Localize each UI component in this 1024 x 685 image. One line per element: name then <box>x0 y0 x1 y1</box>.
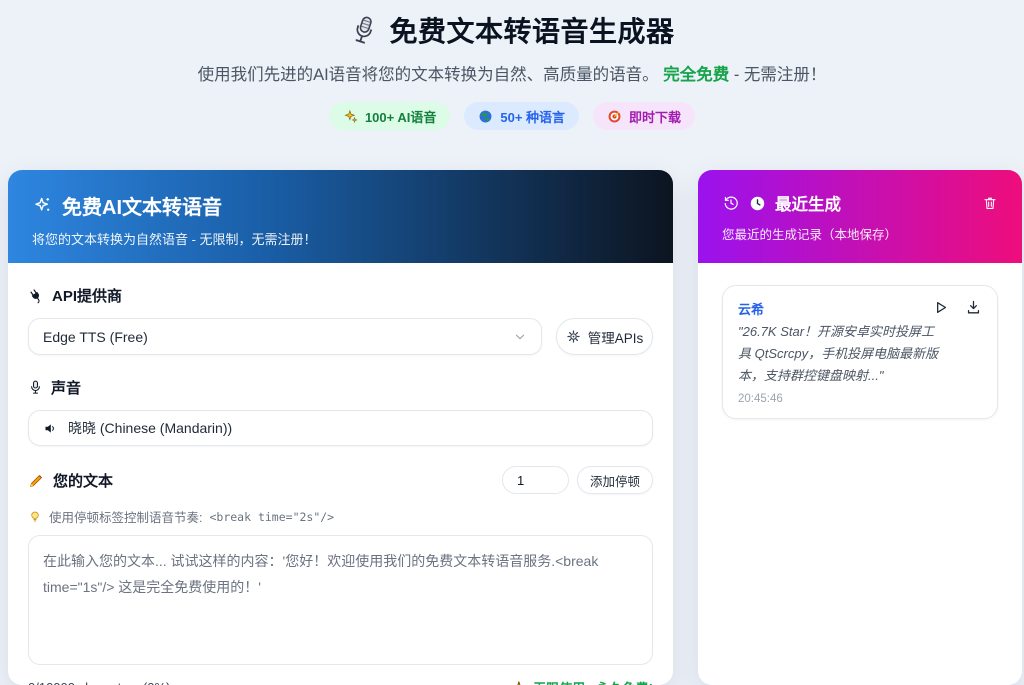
add-pause-button[interactable]: 添加停顿 <box>577 466 653 494</box>
voice-label: 声音 <box>28 377 653 398</box>
api-provider-label-text: API提供商 <box>52 285 122 306</box>
badge-voices: 100+ AI语音 <box>329 102 450 130</box>
page-title-text: 免费文本转语音生成器 <box>389 10 674 50</box>
globe-icon <box>478 109 493 124</box>
clear-history-button[interactable] <box>982 195 998 211</box>
voice-select[interactable]: 晓晓 (Chinese (Mandarin)) <box>28 410 653 446</box>
subtitle-tail: - 无需注册！ <box>729 66 826 84</box>
recent-body: 云希 <box>698 263 1022 419</box>
page-header: 免费文本转语音生成器 使用我们先进的AI语音将您的文本转换为自然、高质量的语音。… <box>0 0 1024 130</box>
download-icon <box>965 299 982 316</box>
history-voice-name: 云希 <box>738 299 764 318</box>
pause-tip-text: 使用停顿标签控制语音节奏: <box>49 507 202 526</box>
play-button[interactable] <box>932 299 949 316</box>
history-item[interactable]: 云希 <box>722 285 998 419</box>
manage-apis-button[interactable]: 管理APIs <box>556 318 653 355</box>
badge-row: 100+ AI语音 50+ 种语言 <box>0 102 1024 130</box>
generator-body: API提供商 Edge TTS (Free) 管理APIs <box>8 263 673 685</box>
api-provider-value: Edge TTS (Free) <box>43 329 503 345</box>
microphone-small-icon <box>28 380 43 395</box>
generator-subtitle: 将您的文本转换为自然语音 - 无限制，无需注册！ <box>32 229 649 248</box>
unlimited-badge: 无限使用 - 永久免费! <box>512 678 653 685</box>
badge-download-label: 即时下载 <box>629 107 681 126</box>
api-provider-row: Edge TTS (Free) 管理APIs <box>28 318 653 355</box>
subtitle-highlight: 完全免费 <box>663 66 729 84</box>
text-input-area[interactable] <box>28 535 653 665</box>
clock-icon <box>749 195 766 212</box>
plug-icon <box>28 288 44 304</box>
voice-label-text: 声音 <box>51 377 81 398</box>
download-button[interactable] <box>965 299 982 316</box>
recent-title: 最近生成 <box>722 191 841 215</box>
voice-value: 晓晓 (Chinese (Mandarin)) <box>68 418 638 438</box>
add-pause-label: 添加停顿 <box>590 471 640 490</box>
your-text-label: 您的文本 <box>28 470 113 491</box>
trash-icon <box>982 195 998 211</box>
manage-apis-label: 管理APIs <box>588 327 644 347</box>
history-item-text: "26.7K Star！开源安卓实时投屏工具 QtScrcpy，手机投屏电脑最新… <box>738 321 943 387</box>
generator-header: 免费AI文本转语音 将您的文本转换为自然语音 - 无限制，无需注册！ <box>8 170 673 263</box>
page-subtitle: 使用我们先进的AI语音将您的文本转换为自然、高质量的语音。 完全免费 - 无需注… <box>0 61 1024 85</box>
tts-generator-card: 免费AI文本转语音 将您的文本转换为自然语音 - 无限制，无需注册！ API提供… <box>8 170 673 685</box>
history-clock-icon <box>722 194 740 212</box>
writing-hand-icon <box>28 472 45 489</box>
pause-seconds-input[interactable] <box>502 466 569 494</box>
sparkles-icon <box>343 109 358 124</box>
pause-tip-code: <break time="2s"/> <box>209 510 334 524</box>
generator-footer: 0/10000 characters (0%) 无限使用 - 永久免费! <box>28 678 653 685</box>
generator-title-text: 免费AI文本转语音 <box>62 191 222 220</box>
sparkles-icon <box>512 680 527 685</box>
recent-title-text: 最近生成 <box>775 191 841 215</box>
history-item-time: 20:45:46 <box>738 393 982 405</box>
lightbulb-icon <box>28 510 42 524</box>
target-icon <box>607 109 622 124</box>
pause-tip: 使用停顿标签控制语音节奏: <break time="2s"/> <box>28 507 653 526</box>
play-icon <box>932 299 949 316</box>
char-counter: 0/10000 characters (0%) <box>28 680 170 685</box>
badge-languages: 50+ 种语言 <box>464 102 579 130</box>
generator-title: 免费AI文本转语音 <box>32 191 649 220</box>
api-provider-select[interactable]: Edge TTS (Free) <box>28 318 542 355</box>
badge-download: 即时下载 <box>593 102 695 130</box>
page-title: 免费文本转语音生成器 <box>0 10 1024 50</box>
recent-generations-card: 最近生成 您最近的生成记录（本地保存） 云希 <box>698 170 1022 685</box>
badge-languages-label: 50+ 种语言 <box>500 107 565 126</box>
subtitle-text: 使用我们先进的AI语音将您的文本转换为自然、高质量的语音。 <box>198 66 664 84</box>
unlimited-label: 无限使用 - 永久免费! <box>533 678 653 685</box>
badge-voices-label: 100+ AI语音 <box>365 107 436 126</box>
gear-icon <box>566 329 581 344</box>
sparkle-icon <box>32 195 53 216</box>
api-provider-label: API提供商 <box>28 285 653 306</box>
recent-header: 最近生成 您最近的生成记录（本地保存） <box>698 170 1022 263</box>
text-section-row: 您的文本 添加停顿 <box>28 466 653 494</box>
recent-subtitle: 您最近的生成记录（本地保存） <box>722 224 998 243</box>
microphone-icon <box>349 15 379 45</box>
speaker-icon <box>43 421 58 436</box>
your-text-label-text: 您的文本 <box>53 470 113 491</box>
chevron-down-icon <box>513 330 527 344</box>
